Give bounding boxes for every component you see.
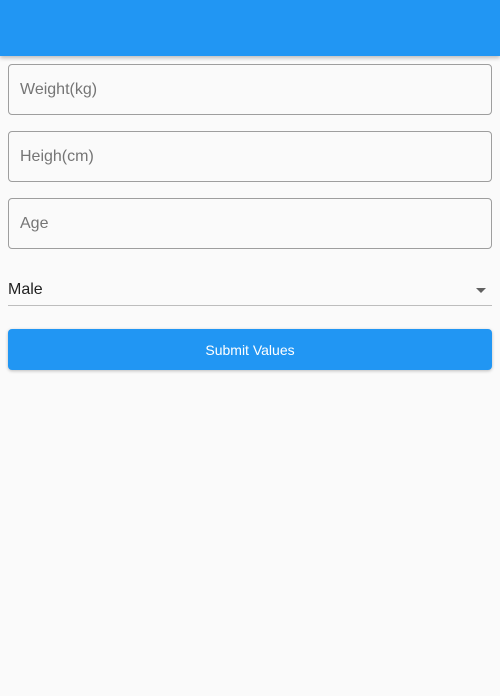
height-input[interactable] xyxy=(9,132,491,181)
age-field-container xyxy=(8,198,492,249)
gender-selected-value: Male xyxy=(8,281,43,298)
bmi-form: Male Submit Values xyxy=(8,64,492,370)
age-input[interactable] xyxy=(9,199,491,248)
arrow-drop-down-icon xyxy=(476,288,486,293)
gender-dropdown[interactable]: Male xyxy=(8,265,492,306)
weight-input[interactable] xyxy=(9,65,491,114)
app-bar xyxy=(0,0,500,56)
weight-field-container xyxy=(8,64,492,115)
height-field-container xyxy=(8,131,492,182)
submit-values-button[interactable]: Submit Values xyxy=(8,329,492,370)
